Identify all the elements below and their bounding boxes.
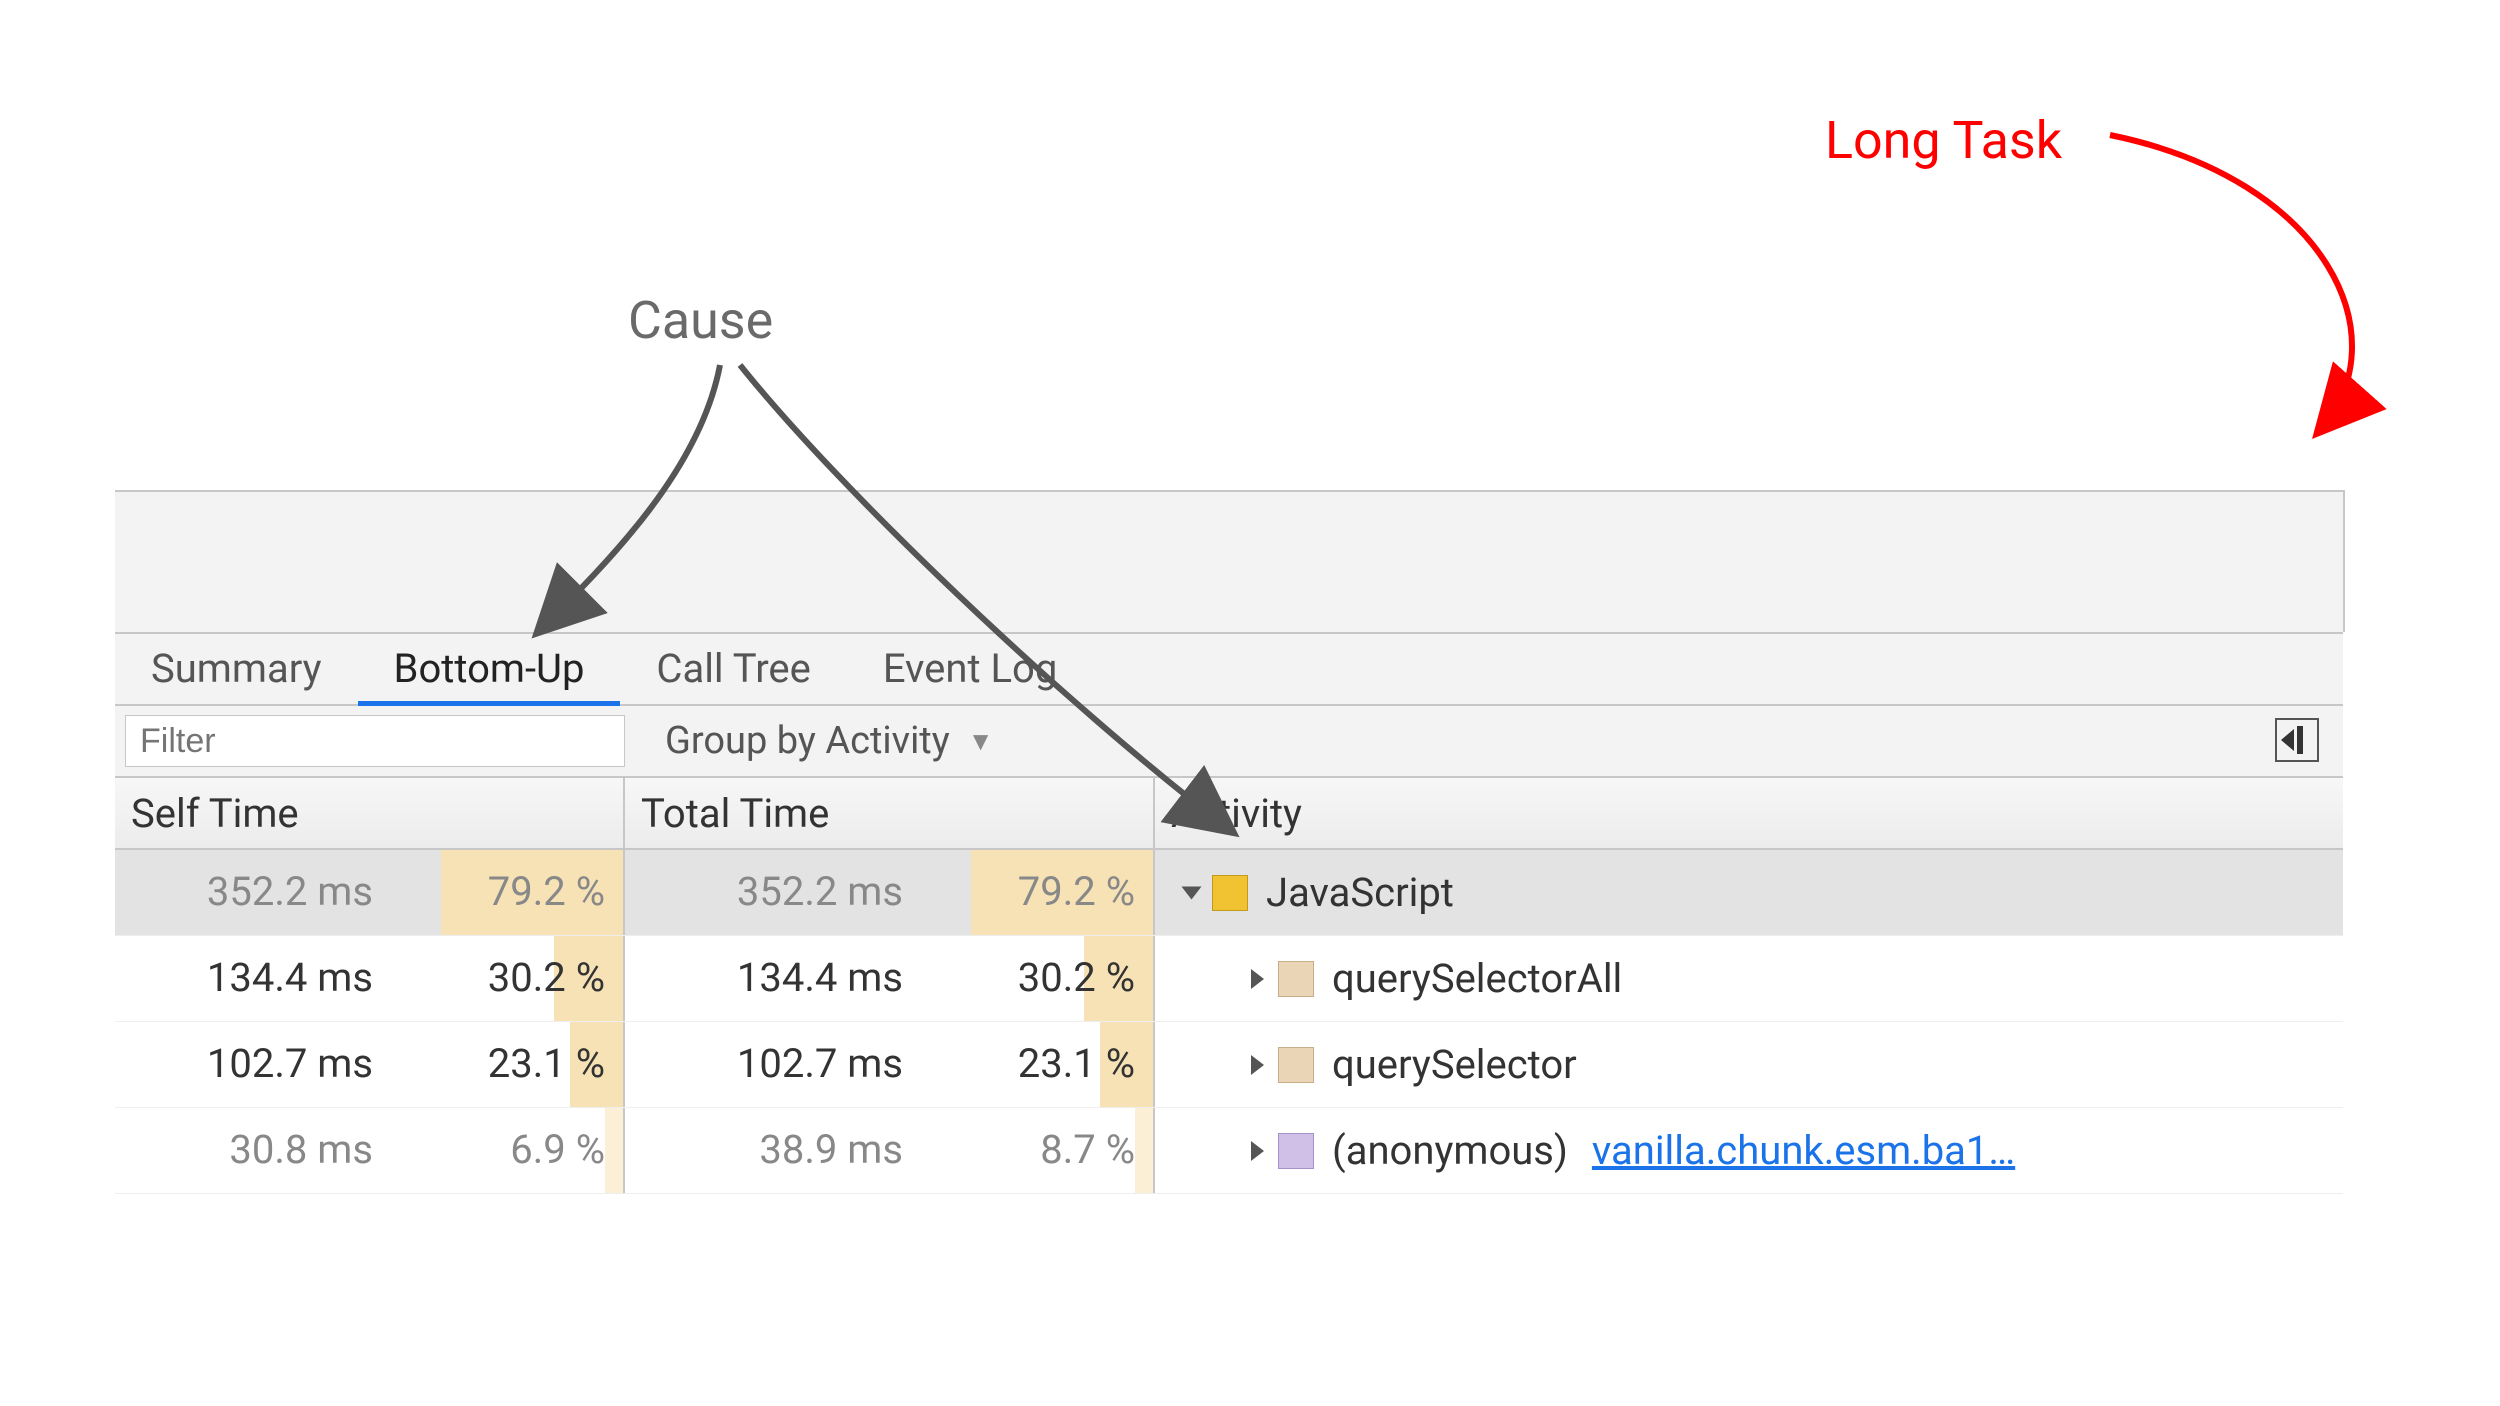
tab-summary[interactable]: Summary — [115, 632, 358, 706]
disclosure-triangle-icon[interactable] — [1251, 1055, 1264, 1075]
table-row[interactable]: 134.4 ms 30.2 % 134.4 ms 30.2 % querySelecto… — [115, 936, 2343, 1022]
details-panel: Summary Bottom-Up Call Tree Event Log Gr… — [115, 490, 2345, 632]
header-total-time[interactable]: Total Time — [625, 778, 1155, 848]
table-row[interactable]: 352.2 ms 79.2 % 352.2 ms 79.2 % JavaScript — [115, 850, 2343, 936]
annotation-long-task: Long Task — [1825, 110, 2062, 171]
total-time-value: 38.9 ms — [759, 1126, 903, 1173]
activity-color-swatch — [1212, 875, 1248, 911]
total-time-pct: 8.7 % — [1040, 1126, 1135, 1173]
activity-label: querySelector — [1332, 1041, 1577, 1088]
disclosure-triangle-icon[interactable] — [1182, 886, 1202, 899]
activity-color-swatch — [1278, 1047, 1314, 1083]
self-time-pct: 30.2 % — [488, 954, 605, 1001]
self-time-value: 30.8 ms — [229, 1126, 373, 1173]
header-activity[interactable]: Activity — [1155, 778, 2343, 848]
filter-input[interactable] — [125, 715, 625, 767]
activity-color-swatch — [1278, 1133, 1314, 1169]
tab-call-tree[interactable]: Call Tree — [620, 632, 846, 706]
total-time-pct: 23.1 % — [1018, 1040, 1135, 1087]
self-time-pct: 6.9 % — [510, 1126, 605, 1173]
source-file-link[interactable]: vanilla.chunk.esm.ba1… — [1592, 1127, 2015, 1174]
column-headers: Self Time Total Time Activity — [115, 778, 2343, 850]
details-tabs: Summary Bottom-Up Call Tree Event Log — [115, 632, 2343, 706]
self-time-pct: 79.2 % — [488, 868, 605, 915]
total-time-value: 102.7 ms — [737, 1040, 903, 1087]
tab-bottom-up[interactable]: Bottom-Up — [358, 632, 621, 706]
header-self-time[interactable]: Self Time — [115, 778, 625, 848]
chevron-down-icon: ▼ — [968, 726, 994, 757]
tab-event-log[interactable]: Event Log — [847, 632, 1093, 706]
group-by-label: Group by Activity — [665, 719, 950, 763]
filter-toolbar: Group by Activity ▼ — [115, 706, 2343, 778]
total-time-pct: 79.2 % — [1018, 868, 1135, 915]
table-row[interactable]: 102.7 ms 23.1 % 102.7 ms 23.1 % querySelecto… — [115, 1022, 2343, 1108]
annotation-cause: Cause — [628, 290, 773, 351]
group-by-select[interactable]: Group by Activity ▼ — [665, 719, 993, 763]
disclosure-triangle-icon[interactable] — [1251, 969, 1264, 989]
self-time-pct: 23.1 % — [488, 1040, 605, 1087]
total-time-value: 134.4 ms — [737, 954, 903, 1001]
self-time-value: 134.4 ms — [207, 954, 373, 1001]
disclosure-triangle-icon[interactable] — [1251, 1141, 1264, 1161]
show-heaviest-stack-icon[interactable] — [2275, 718, 2319, 762]
activity-color-swatch — [1278, 961, 1314, 997]
total-time-value: 352.2 ms — [737, 868, 903, 915]
activity-label: querySelectorAll — [1332, 955, 1622, 1002]
rows-list: 352.2 ms 79.2 % 352.2 ms 79.2 % JavaScript 13… — [115, 850, 2343, 1194]
self-time-value: 352.2 ms — [207, 868, 373, 915]
activity-label: JavaScript — [1266, 869, 1454, 916]
activity-label: (anonymous) — [1332, 1127, 1568, 1174]
total-time-pct: 30.2 % — [1018, 954, 1135, 1001]
table-row[interactable]: 30.8 ms 6.9 % 38.9 ms 8.7 % (anonymous) vanil… — [115, 1108, 2343, 1194]
self-time-value: 102.7 ms — [207, 1040, 373, 1087]
